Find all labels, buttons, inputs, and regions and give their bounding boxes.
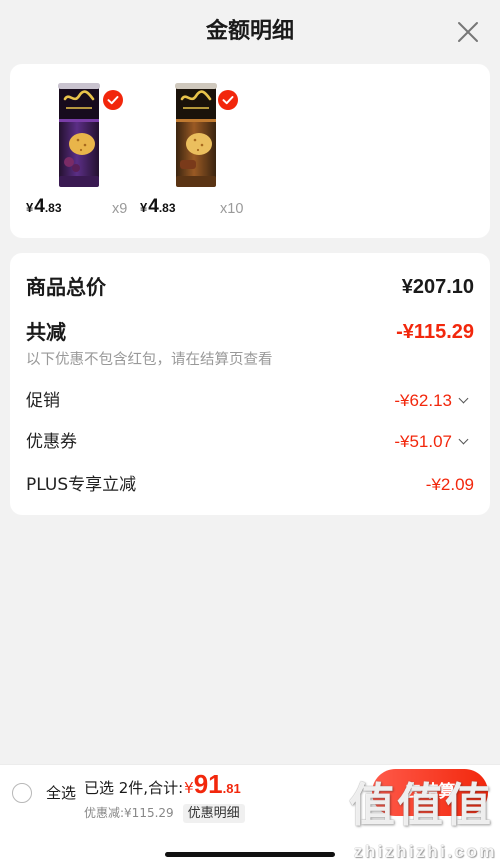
- chevron-down-icon[interactable]: [458, 434, 469, 445]
- price-decimal: .83: [158, 201, 176, 215]
- product-price: ¥ 4 .83: [140, 196, 176, 220]
- reduction-label: 共减: [26, 320, 66, 344]
- watermark-site: zhizhizhi.com: [354, 842, 497, 861]
- chevron-down-icon[interactable]: [458, 393, 469, 404]
- product-price: ¥ 4 .83: [26, 196, 62, 220]
- plus-discount-label: PLUS专享立减: [26, 475, 137, 495]
- price-decimal: .83: [44, 201, 62, 215]
- selected-total: 已选 2件,合计: ¥ 91 .81: [84, 769, 241, 803]
- close-button[interactable]: [452, 16, 484, 48]
- reduction-note: 以下优惠不包含红包，请在结算页查看: [26, 352, 273, 368]
- total-label: 商品总价: [26, 275, 106, 299]
- promotion-row[interactable]: 促销 -¥62.13: [10, 389, 490, 413]
- radio-circle-icon[interactable]: [12, 783, 32, 803]
- product-item[interactable]: ¥ 4 .83 x9: [26, 78, 138, 228]
- selected-summary: 已选 2件,合计:: [84, 779, 184, 797]
- price-integer: 4: [34, 196, 45, 217]
- product-quantity: x10: [220, 201, 244, 217]
- product-item[interactable]: ¥ 4 .83 x10: [140, 78, 252, 228]
- check-circle-icon: [218, 90, 238, 110]
- product-card: ¥ 4 .83 x9 ¥ 4 .83 x10: [10, 64, 490, 238]
- total-decimal: .81: [222, 781, 241, 796]
- close-icon: [458, 22, 478, 42]
- total-integer: 91: [193, 769, 223, 799]
- product-quantity: x9: [112, 201, 128, 217]
- discount-text: 优惠减:¥115.29: [84, 806, 174, 820]
- promotion-label: 促销: [26, 391, 60, 411]
- product-image: [175, 83, 217, 187]
- discount-line: 优惠减:¥115.29 优惠明细: [84, 804, 245, 823]
- plus-discount-row: PLUS专享立减 -¥2.09: [10, 473, 490, 497]
- reduction-value: -¥115.29: [396, 321, 474, 343]
- promotion-value: -¥62.13: [394, 391, 452, 410]
- price-integer: 4: [148, 196, 159, 217]
- price-symbol: ¥: [26, 200, 34, 215]
- total-value: ¥207.10: [401, 276, 474, 298]
- check-circle-icon: [103, 90, 123, 110]
- price-summary-card: 商品总价 ¥207.10 共减 -¥115.29 以下优惠不包含红包，请在结算页…: [10, 253, 490, 515]
- product-image: [58, 83, 100, 187]
- select-all-label[interactable]: 全选: [46, 783, 76, 803]
- plus-discount-value: -¥2.09: [425, 475, 474, 494]
- discount-details-button[interactable]: 优惠明细: [182, 804, 245, 823]
- coupon-label: 优惠券: [26, 432, 77, 452]
- price-symbol: ¥: [140, 200, 148, 215]
- page-title: 金额明细: [205, 19, 294, 44]
- checkout-bar: 全选 已选 2件,合计: ¥ 91 .81 优惠减:¥115.29 优惠明细 去…: [0, 764, 500, 867]
- checkout-button[interactable]: 去结算: [372, 769, 488, 816]
- home-indicator: [165, 852, 335, 857]
- total-row: 商品总价 ¥207.10: [10, 273, 490, 301]
- coupon-value: -¥51.07: [394, 432, 452, 451]
- coupon-row[interactable]: 优惠券 -¥51.07: [10, 430, 490, 454]
- reduction-row: 共减 -¥115.29: [10, 318, 490, 346]
- select-all-toggle[interactable]: 全选: [8, 777, 80, 809]
- total-symbol: ¥: [184, 779, 194, 797]
